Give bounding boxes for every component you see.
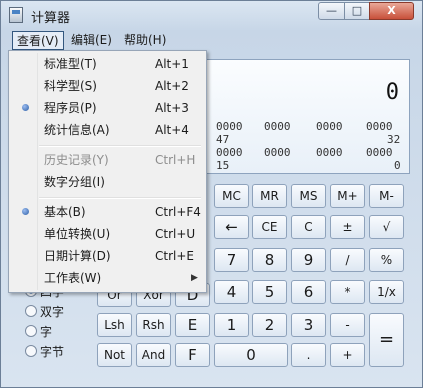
maximize-button[interactable]: □ bbox=[344, 2, 370, 20]
key-m-minus[interactable]: M- bbox=[369, 184, 404, 208]
bit-position-label: 15 bbox=[216, 159, 230, 172]
menu-view[interactable]: 查看(V) bbox=[12, 31, 64, 50]
selected-bullet-icon bbox=[22, 104, 29, 111]
key-3[interactable]: 3 bbox=[291, 313, 326, 337]
menu-item-digit-grouping[interactable]: 数字分组(I) bbox=[11, 171, 204, 193]
key-c[interactable]: C bbox=[291, 215, 326, 239]
key-not[interactable]: Not bbox=[97, 343, 132, 367]
key-m-plus[interactable]: M+ bbox=[330, 184, 365, 208]
radio-dword[interactable]: 双字 bbox=[25, 303, 91, 321]
key-4[interactable]: 4 bbox=[214, 280, 249, 304]
key-percent[interactable]: % bbox=[369, 248, 404, 272]
key-reciprocal[interactable]: 1/x bbox=[369, 280, 404, 304]
bit-position-label: 0 bbox=[394, 159, 401, 172]
key-7[interactable]: 7 bbox=[214, 248, 249, 272]
display-value: 0 bbox=[385, 80, 399, 105]
menu-item-worksheets[interactable]: 工作表(W) ▶ bbox=[11, 267, 204, 289]
bit-position-label: 32 bbox=[387, 133, 401, 146]
key-sqrt[interactable]: √ bbox=[369, 215, 404, 239]
key-8[interactable]: 8 bbox=[252, 248, 287, 272]
key-backspace[interactable]: ← bbox=[214, 215, 249, 239]
bits-group[interactable]: 0000 bbox=[316, 146, 343, 159]
key-decimal[interactable]: . bbox=[291, 343, 326, 367]
word-size-group: 四字 双字 字 字节 bbox=[21, 283, 91, 373]
menu-item-basic[interactable]: 基本(B) Ctrl+F4 bbox=[11, 201, 204, 223]
minimize-button[interactable]: — bbox=[318, 2, 345, 20]
title-bar[interactable]: 计算器 — □ X bbox=[1, 1, 422, 29]
calculator-window: 计算器 — □ X 查看(V) 编辑(E) 帮助(H) 0 0000 0000 … bbox=[0, 0, 423, 388]
radio-unselected-icon bbox=[25, 325, 37, 337]
key-multiply[interactable]: * bbox=[330, 280, 365, 304]
radio-word[interactable]: 字 bbox=[25, 323, 91, 341]
bits-group[interactable]: 0000 bbox=[264, 120, 291, 133]
bit-position-label: 47 bbox=[216, 133, 230, 146]
menu-item-standard[interactable]: 标准型(T) Alt+1 bbox=[11, 53, 204, 75]
menu-separator bbox=[39, 145, 201, 147]
bits-group[interactable]: 0000 bbox=[316, 120, 343, 133]
key-ce[interactable]: CE bbox=[252, 215, 287, 239]
bits-group[interactable]: 0000 bbox=[216, 146, 243, 159]
menu-item-date-calculation[interactable]: 日期计算(D) Ctrl+E bbox=[11, 245, 204, 267]
key-2[interactable]: 2 bbox=[252, 313, 287, 337]
radio-unselected-icon bbox=[25, 345, 37, 357]
menu-help[interactable]: 帮助(H) bbox=[120, 31, 170, 50]
bits-group[interactable]: 0000 bbox=[366, 120, 393, 133]
key-equals[interactable]: = bbox=[369, 313, 404, 367]
menu-bar: 查看(V) 编辑(E) 帮助(H) bbox=[5, 31, 418, 51]
key-and[interactable]: And bbox=[136, 343, 171, 367]
key-subtract[interactable]: - bbox=[330, 313, 365, 337]
radio-unselected-icon bbox=[25, 305, 37, 317]
key-mc[interactable]: MC bbox=[214, 184, 249, 208]
key-5[interactable]: 5 bbox=[252, 280, 287, 304]
window-title: 计算器 bbox=[31, 11, 71, 26]
menu-item-statistics[interactable]: 统计信息(A) Alt+4 bbox=[11, 119, 204, 141]
key-ms[interactable]: MS bbox=[291, 184, 326, 208]
key-1[interactable]: 1 bbox=[214, 313, 249, 337]
menu-edit[interactable]: 编辑(E) bbox=[67, 31, 116, 50]
key-rsh[interactable]: Rsh bbox=[136, 313, 171, 337]
key-add[interactable]: + bbox=[330, 343, 365, 367]
selected-bullet-icon bbox=[22, 208, 29, 215]
key-0[interactable]: 0 bbox=[214, 343, 288, 367]
binary-bit-display: 0000 0000 0000 0000 47 32 0000 0000 0000… bbox=[216, 120, 406, 172]
menu-item-scientific[interactable]: 科学型(S) Alt+2 bbox=[11, 75, 204, 97]
key-6[interactable]: 6 bbox=[291, 280, 326, 304]
calculator-app-icon bbox=[9, 7, 23, 23]
menu-item-programmer[interactable]: 程序员(P) Alt+3 bbox=[11, 97, 204, 119]
view-menu-dropdown: 标准型(T) Alt+1 科学型(S) Alt+2 程序员(P) Alt+3 统计信息… bbox=[8, 50, 207, 293]
key-hex-e[interactable]: E bbox=[175, 313, 210, 337]
radio-byte[interactable]: 字节 bbox=[25, 343, 91, 361]
key-lsh[interactable]: Lsh bbox=[97, 313, 132, 337]
close-button[interactable]: X bbox=[369, 2, 414, 20]
menu-item-unit-conversion[interactable]: 单位转换(U) Ctrl+U bbox=[11, 223, 204, 245]
key-9[interactable]: 9 bbox=[291, 248, 326, 272]
key-plus-minus[interactable]: ± bbox=[330, 215, 365, 239]
menu-item-history: 历史记录(Y) Ctrl+H bbox=[44, 153, 196, 167]
key-mr[interactable]: MR bbox=[252, 184, 287, 208]
bits-group[interactable]: 0000 bbox=[366, 146, 393, 159]
key-hex-f[interactable]: F bbox=[175, 343, 210, 367]
key-divide[interactable]: / bbox=[330, 248, 365, 272]
submenu-arrow-icon: ▶ bbox=[191, 273, 198, 283]
bits-group[interactable]: 0000 bbox=[264, 146, 291, 159]
menu-separator bbox=[39, 197, 201, 199]
bits-group[interactable]: 0000 bbox=[216, 120, 243, 133]
